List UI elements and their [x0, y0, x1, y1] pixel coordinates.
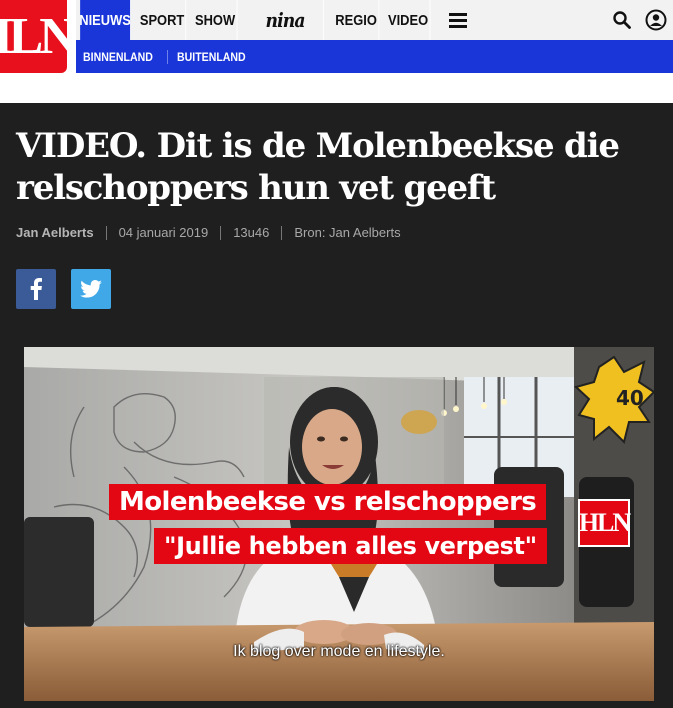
facebook-icon	[30, 278, 42, 300]
tab-regio[interactable]: REGIO	[334, 0, 380, 40]
subnav-buitenland[interactable]: BUITENLAND	[170, 50, 253, 64]
video-player[interactable]: 40 Molenbeekse vs relschoppers "Jullie h…	[24, 347, 654, 701]
article: VIDEO. Dit is de Molenbeekse die relscho…	[0, 103, 673, 708]
tab-sport[interactable]: SPORT	[139, 0, 187, 40]
article-date: 04 januari 2019	[118, 225, 209, 240]
search-icon[interactable]	[605, 0, 639, 40]
video-logo: HLN	[578, 499, 631, 547]
site-logo[interactable]: HLN	[0, 0, 67, 73]
subnav-divider	[167, 49, 169, 64]
logo-text: HLN	[0, 8, 67, 65]
sign-text: 40	[616, 386, 644, 410]
tab-show[interactable]: SHOW	[194, 0, 238, 40]
subnav-binnenland[interactable]: BINNENLAND	[76, 50, 160, 64]
article-time: 13u46	[233, 225, 270, 240]
tab-nina[interactable]: nina	[247, 0, 324, 40]
tab-video[interactable]: VIDEO	[387, 0, 431, 40]
article-title: VIDEO. Dit is de Molenbeekse die relscho…	[16, 126, 620, 208]
video-subtitle: Ik blog over mode en lifestyle.	[233, 643, 445, 660]
twitter-icon	[80, 280, 102, 298]
top-navigation: NIEUWS SPORT SHOW nina REGIO VIDEO	[76, 0, 673, 40]
video-banner-title: Molenbeekse vs relschoppers	[109, 484, 547, 520]
sub-navigation: BINNENLAND BUITENLAND	[76, 40, 673, 73]
article-source: Bron: Jan Aelberts	[294, 225, 401, 240]
menu-icon[interactable]	[434, 0, 482, 40]
account-icon[interactable]	[639, 0, 673, 40]
tab-nieuws[interactable]: NIEUWS	[79, 0, 131, 40]
twitter-share-button[interactable]	[71, 269, 111, 309]
article-author[interactable]: Jan Aelberts	[16, 225, 94, 240]
video-banner-quote: "Jullie hebben alles verpest"	[154, 528, 547, 564]
facebook-share-button[interactable]	[16, 269, 56, 309]
article-meta: Jan Aelberts 04 januari 2019 13u46 Bron:…	[16, 225, 401, 240]
